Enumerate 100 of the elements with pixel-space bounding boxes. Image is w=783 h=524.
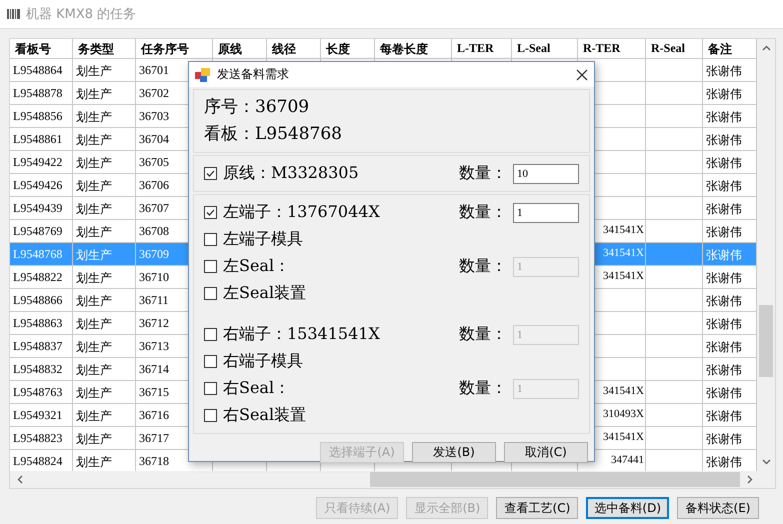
barcode-icon <box>7 9 20 19</box>
option-label: 右Seal装置 <box>223 405 306 426</box>
table-cell: L9548837 <box>13 339 62 353</box>
column-header[interactable]: 线径 <box>267 39 321 59</box>
table-cell: 张谢伟 <box>706 363 742 377</box>
scroll-down-icon[interactable] <box>762 459 770 465</box>
table-cell: 划生产 <box>76 294 112 308</box>
dialog-button[interactable]: 发送(B) <box>412 442 496 463</box>
table-cell: L9548861 <box>13 132 62 146</box>
quantity-field[interactable]: 1 <box>513 202 579 222</box>
dialog-title: 发送备料需求 <box>217 66 289 83</box>
action-button[interactable]: 备料状态(E) <box>677 497 759 519</box>
table-cell: 张谢伟 <box>706 340 742 354</box>
table-cell: 36703 <box>139 109 169 123</box>
table-cell: 36714 <box>139 362 169 376</box>
table-cell: 36718 <box>139 454 169 468</box>
table-cell: 张谢伟 <box>706 110 742 124</box>
table-cell: 36708 <box>139 224 169 238</box>
table-cell: 341541X <box>603 247 644 259</box>
table-cell: 划生产 <box>76 179 112 193</box>
table-cell: 张谢伟 <box>706 409 742 423</box>
table-cell: 张谢伟 <box>706 271 742 285</box>
table-cell: 36701 <box>139 63 169 77</box>
table-cell: L9549422 <box>13 155 62 169</box>
table-cell: 划生产 <box>76 225 112 239</box>
table-cell: 张谢伟 <box>706 294 742 308</box>
table-cell: 划生产 <box>76 110 112 124</box>
column-header[interactable]: 任务序号 <box>136 39 213 59</box>
checkbox[interactable] <box>204 233 217 246</box>
table-cell: 划生产 <box>76 64 112 78</box>
table-cell: L9548878 <box>13 86 62 100</box>
checkbox[interactable] <box>204 382 217 395</box>
table-cell: L9548866 <box>13 293 62 307</box>
table-cell: 310493X <box>603 408 644 420</box>
table-cell: L9549426 <box>13 178 62 192</box>
column-header[interactable]: L-TER <box>452 39 512 59</box>
table-cell: 张谢伟 <box>706 225 742 239</box>
scroll-up-icon[interactable] <box>762 45 770 51</box>
table-cell: L9549321 <box>13 408 62 422</box>
table-cell: 36705 <box>139 155 169 169</box>
table-cell: L9549439 <box>13 201 62 215</box>
table-cell: 张谢伟 <box>706 386 742 400</box>
option-label: 右Seal： <box>223 378 290 399</box>
table-cell: 36709 <box>139 247 169 261</box>
table-cell: 347441 <box>611 454 644 466</box>
scroll-right-icon[interactable] <box>747 475 753 484</box>
table-cell: 36706 <box>139 178 169 192</box>
checkbox[interactable] <box>204 260 217 273</box>
scroll-left-icon[interactable] <box>17 475 23 484</box>
column-header[interactable]: 原线 <box>213 39 267 59</box>
column-header[interactable]: 看板号 <box>10 39 73 59</box>
scrollbar-thumb[interactable] <box>759 305 773 377</box>
checkbox[interactable] <box>204 167 217 180</box>
table-cell: L9548769 <box>13 224 62 238</box>
option-label: 左端子模具 <box>223 229 303 250</box>
column-header[interactable]: R-Seal <box>646 39 703 59</box>
checkbox[interactable] <box>204 206 217 219</box>
table-cell: 划生产 <box>76 156 112 170</box>
checkbox[interactable] <box>204 287 217 300</box>
option-label: 左端子：13767044X <box>223 202 380 223</box>
table-cell: 341541X <box>603 270 644 282</box>
table-cell: 36711 <box>139 293 169 307</box>
table-cell: 张谢伟 <box>706 179 742 193</box>
column-header[interactable]: R-TER <box>578 39 646 59</box>
quantity-field[interactable]: 10 <box>513 164 579 184</box>
dialog-button[interactable]: 取消(C) <box>504 442 588 463</box>
table-cell: 36715 <box>139 385 169 399</box>
table-cell: 张谢伟 <box>706 133 742 147</box>
scrollbar-thumb[interactable] <box>370 472 740 487</box>
action-button[interactable]: 查看工艺(C) <box>496 497 578 519</box>
table-cell: 划生产 <box>76 340 112 354</box>
table-cell: 张谢伟 <box>706 248 742 262</box>
table-cell: 341541X <box>603 224 644 236</box>
column-header[interactable]: L-Seal <box>512 39 578 59</box>
table-cell: 36712 <box>139 316 169 330</box>
close-icon[interactable] <box>576 68 588 80</box>
table-cell: L9548763 <box>13 385 62 399</box>
table-cell: L9548822 <box>13 270 62 284</box>
checkbox[interactable] <box>204 355 217 368</box>
table-cell: 划生产 <box>76 432 112 446</box>
column-header[interactable]: 务类型 <box>73 39 136 59</box>
table-cell: 341541X <box>603 385 644 397</box>
table-cell: 36707 <box>139 201 169 215</box>
column-header[interactable]: 长度 <box>321 39 375 59</box>
table-cell: L9548768 <box>13 247 62 261</box>
action-button[interactable]: 选中备料(D) <box>586 497 669 519</box>
quantity-label: 数量： <box>459 378 507 399</box>
table-cell: 划生产 <box>76 133 112 147</box>
checkbox[interactable] <box>204 409 217 422</box>
table-cell: 划生产 <box>76 363 112 377</box>
column-header[interactable]: 每卷长度 <box>375 39 452 59</box>
checkbox[interactable] <box>204 328 217 341</box>
table-cell: 张谢伟 <box>706 432 742 446</box>
table-cell: 36717 <box>139 431 169 445</box>
info-label: 看板：L9548768 <box>204 123 344 146</box>
table-cell: 划生产 <box>76 248 112 262</box>
table-cell: 划生产 <box>76 409 112 423</box>
table-cell: 36716 <box>139 408 169 422</box>
table-cell: 张谢伟 <box>706 87 742 101</box>
option-label: 左Seal装置 <box>223 283 306 304</box>
